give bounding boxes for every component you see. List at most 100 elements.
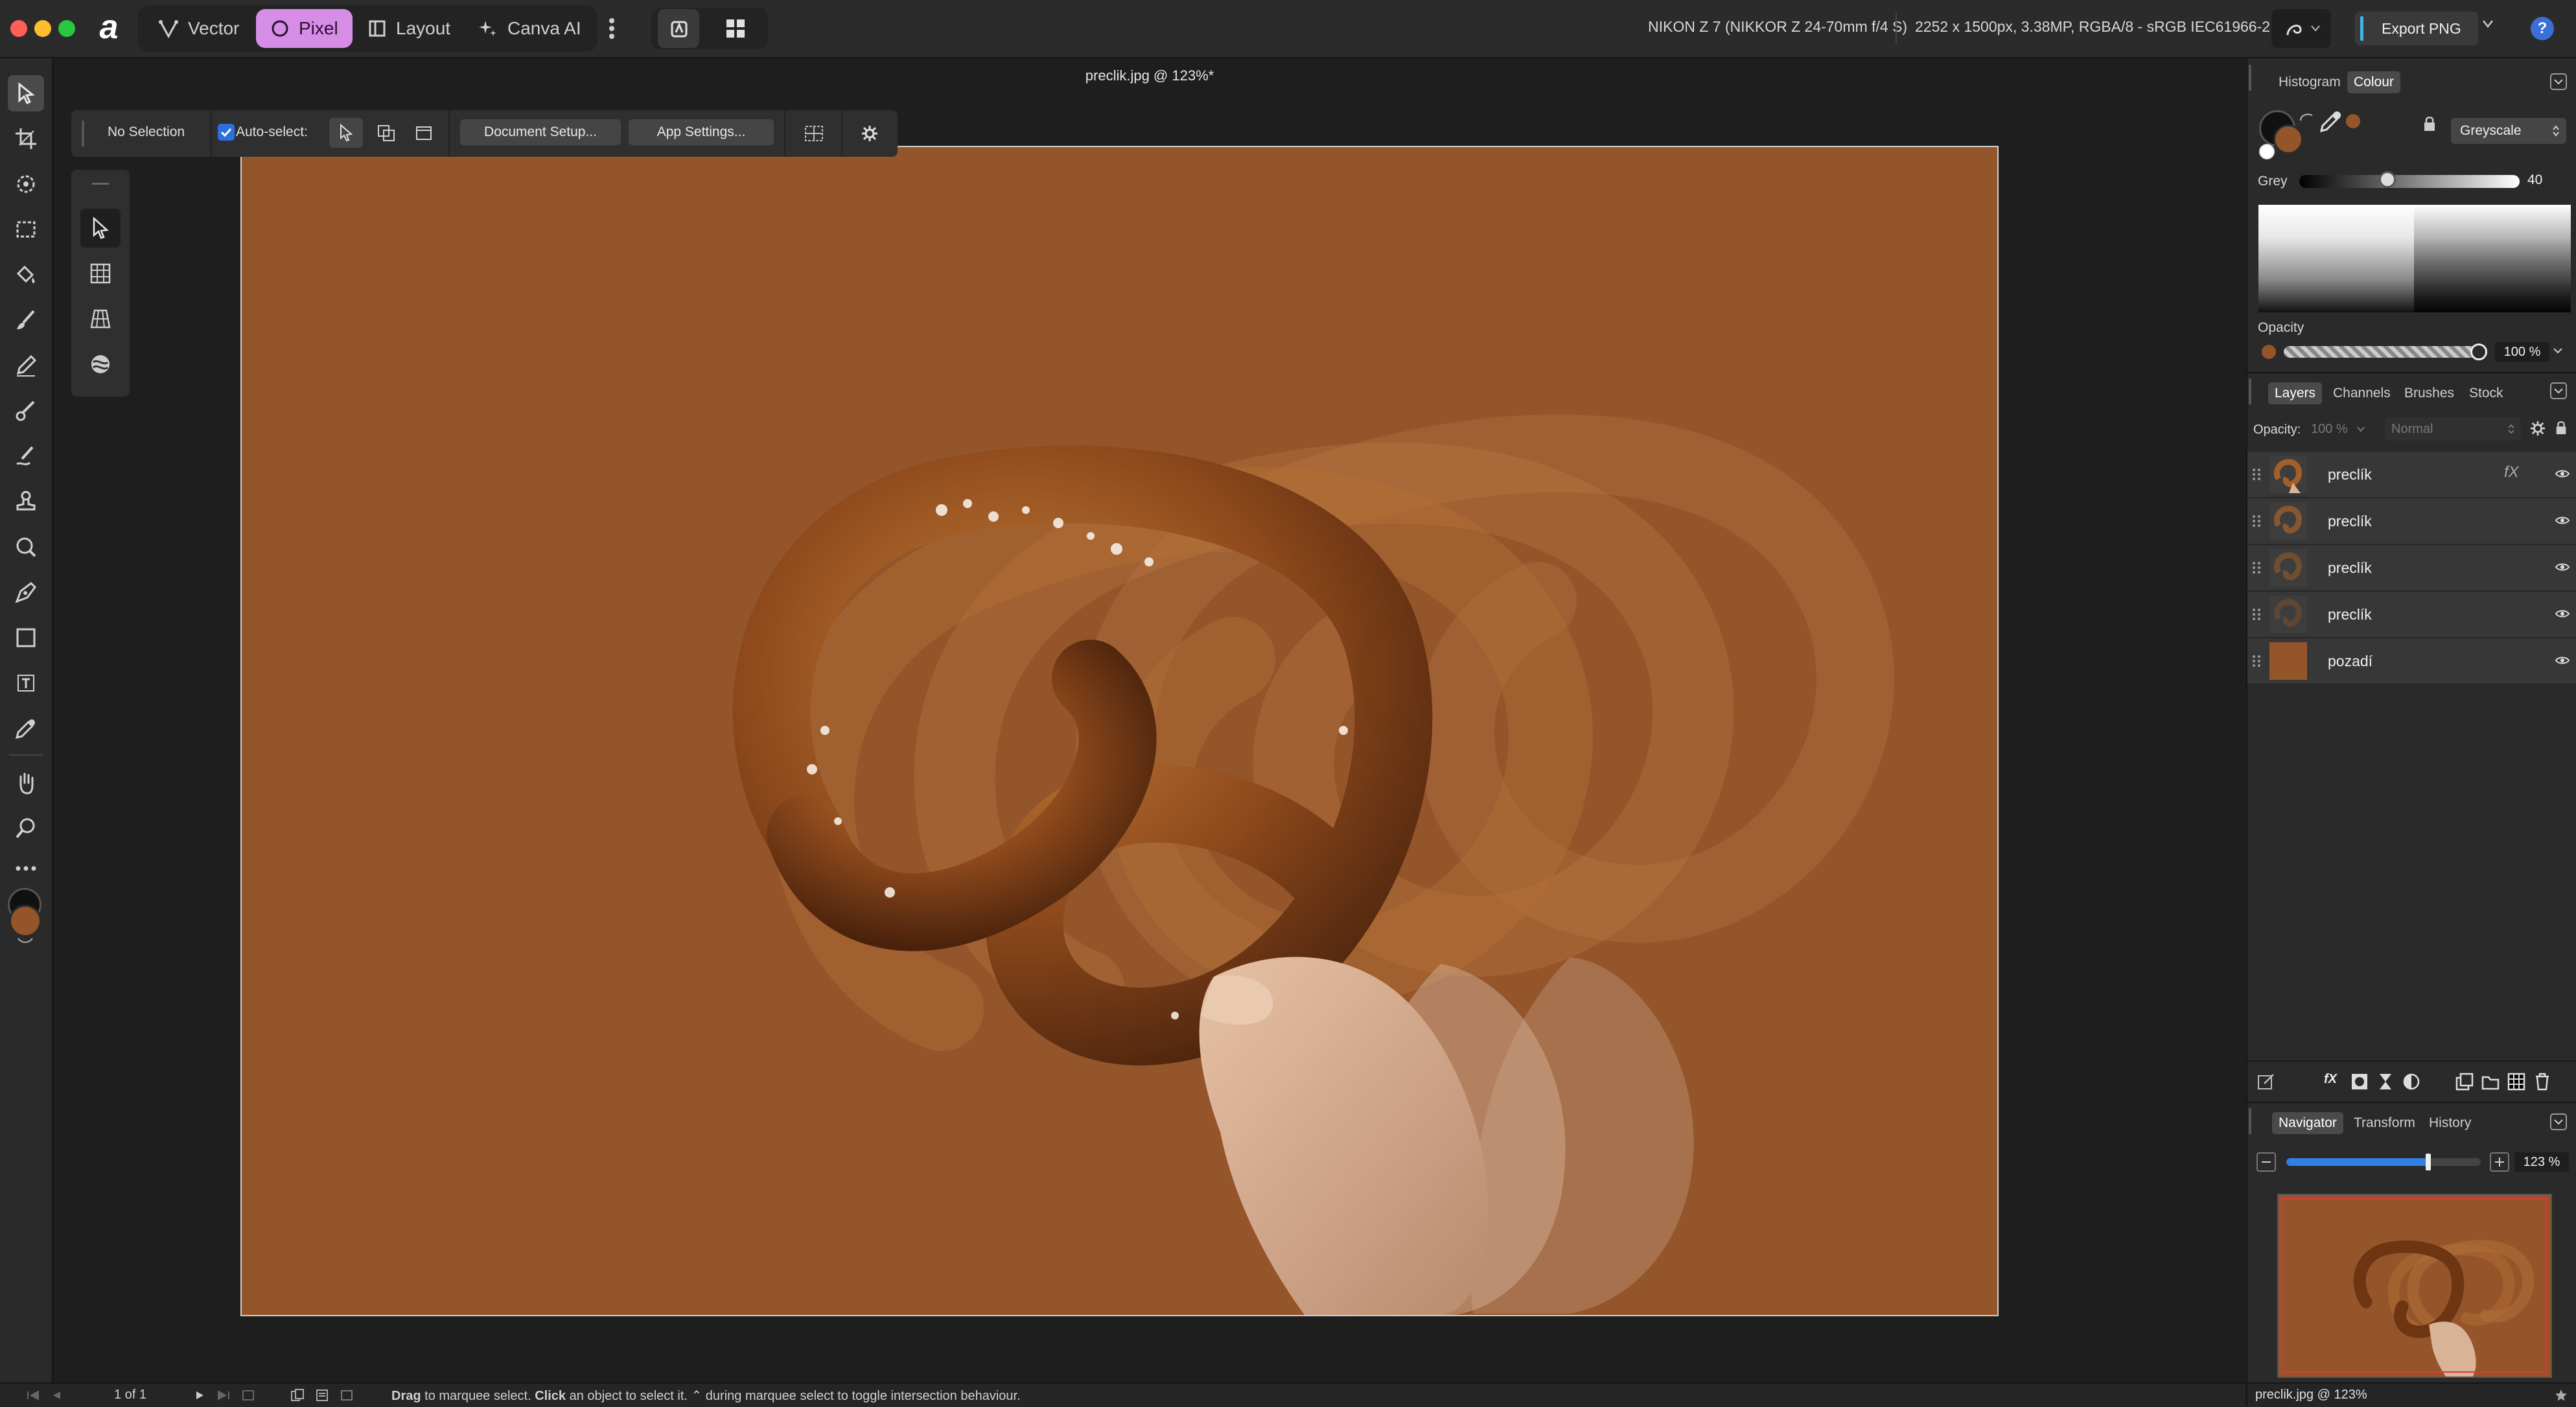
- perspective-button[interactable]: [80, 299, 121, 338]
- picked-colour-swatch[interactable]: [2346, 114, 2360, 128]
- eye-icon[interactable]: [2555, 609, 2570, 619]
- hourglass-icon[interactable]: [2376, 1072, 2395, 1091]
- blend-mode-select[interactable]: Normal: [2385, 417, 2521, 441]
- selection-brush-tool-button[interactable]: [8, 166, 44, 202]
- app-logo[interactable]: a: [95, 8, 123, 46]
- colour-panel-collapse-button[interactable]: [2550, 73, 2567, 90]
- secondary-colour-swatch[interactable]: [9, 905, 41, 937]
- layers-panel-collapse-button[interactable]: [2550, 382, 2567, 399]
- snapping-button[interactable]: [797, 119, 831, 148]
- tab-history[interactable]: History: [2422, 1112, 2477, 1134]
- tab-stock[interactable]: Stock: [2463, 382, 2510, 404]
- adjustment-icon[interactable]: [2402, 1072, 2421, 1091]
- spread-view-icon[interactable]: [290, 1389, 305, 1402]
- app-settings-button[interactable]: App Settings...: [629, 119, 774, 145]
- layer-fx-button[interactable]: fX: [2324, 1072, 2343, 1091]
- layer-row[interactable]: preclík: [2247, 592, 2576, 638]
- none-colour-button[interactable]: [2259, 144, 2275, 159]
- flood-fill-tool-button[interactable]: [8, 257, 44, 293]
- duplicate-layer-icon[interactable]: [2455, 1072, 2474, 1091]
- navigator-viewport-frame[interactable]: [2281, 1198, 2547, 1373]
- single-page-view-icon[interactable]: [315, 1389, 329, 1402]
- grey-slider-handle[interactable]: [2379, 171, 2396, 188]
- trash-icon[interactable]: [2533, 1072, 2552, 1091]
- next-page-icon[interactable]: [194, 1390, 206, 1401]
- grey-slider-track[interactable]: [2299, 175, 2520, 188]
- paint-brush-tool-button[interactable]: [8, 302, 44, 338]
- export-options-button[interactable]: [2482, 19, 2494, 29]
- stroke-colour-swatch[interactable]: [2273, 124, 2303, 154]
- zoom-value[interactable]: 123 %: [2514, 1152, 2569, 1172]
- retouch-tool-button[interactable]: [8, 393, 44, 429]
- studio-grid-button[interactable]: [715, 9, 756, 48]
- edit-layer-icon[interactable]: [2257, 1072, 2276, 1091]
- drag-handle-icon[interactable]: [2251, 607, 2262, 622]
- minimize-window-button[interactable]: [34, 20, 51, 37]
- panel-grip[interactable]: [92, 183, 109, 185]
- eye-icon[interactable]: [2555, 562, 2570, 572]
- zoom-slider-track[interactable]: [2286, 1158, 2481, 1166]
- tab-transform[interactable]: Transform: [2347, 1112, 2422, 1134]
- select-mode-intersect-button[interactable]: [369, 118, 403, 148]
- layout-mode-button[interactable]: Layout: [353, 9, 465, 48]
- assistant-button[interactable]: [658, 9, 699, 48]
- clone-tool-button[interactable]: [8, 483, 44, 520]
- colour-model-select[interactable]: Greyscale: [2451, 118, 2566, 144]
- drag-handle-icon[interactable]: [2251, 514, 2262, 528]
- eye-icon[interactable]: [2555, 515, 2570, 526]
- mesh-warp-button[interactable]: [80, 254, 121, 293]
- vector-mode-button[interactable]: Vector: [144, 9, 253, 48]
- help-button[interactable]: ?: [2531, 17, 2554, 40]
- hand-tool-button[interactable]: [8, 765, 44, 801]
- pixel-layer-icon[interactable]: [2507, 1072, 2526, 1091]
- liquify-button[interactable]: [80, 345, 121, 384]
- pixel-mode-button[interactable]: Pixel: [256, 9, 353, 48]
- layers-panel-grip[interactable]: [2249, 378, 2251, 404]
- tab-brushes[interactable]: Brushes: [2398, 382, 2461, 404]
- opacity-slider-handle[interactable]: [2470, 343, 2487, 360]
- export-png-button[interactable]: Export PNG: [2355, 12, 2478, 45]
- opacity-dropdown-button[interactable]: [2553, 347, 2562, 354]
- drag-handle-icon[interactable]: [2251, 467, 2262, 482]
- tab-colour[interactable]: Colour: [2347, 71, 2400, 93]
- snapshot-menu-button[interactable]: [2271, 9, 2331, 48]
- layer-row[interactable]: preclík: [2247, 498, 2576, 545]
- layer-opacity-field[interactable]: 100 %: [2311, 417, 2378, 441]
- close-window-button[interactable]: [10, 20, 27, 37]
- toolbar-grip[interactable]: [82, 121, 84, 146]
- previous-page-icon[interactable]: [51, 1390, 62, 1401]
- auto-select-checkbox[interactable]: [218, 124, 235, 141]
- navigator-preview[interactable]: [2277, 1194, 2552, 1378]
- tab-channels[interactable]: Channels: [2327, 382, 2397, 404]
- select-mode-object-button[interactable]: [329, 118, 363, 148]
- colour-picker-area[interactable]: [2258, 205, 2571, 312]
- smudge-tool-button[interactable]: [8, 438, 44, 474]
- opacity-slider-track[interactable]: [2284, 346, 2482, 358]
- swap-fill-stroke-button[interactable]: [2299, 111, 2314, 122]
- text-tool-button[interactable]: [8, 665, 44, 701]
- zoom-slider-handle[interactable]: [2426, 1154, 2431, 1170]
- toolbar-settings-button[interactable]: [855, 121, 884, 146]
- layer-options-button[interactable]: [2529, 420, 2546, 437]
- dodge-tool-button[interactable]: [8, 529, 44, 565]
- last-page-icon[interactable]: [216, 1390, 231, 1401]
- layer-row[interactable]: pozadí: [2247, 638, 2576, 685]
- more-tools-button[interactable]: [8, 850, 44, 887]
- pencil-tool-button[interactable]: [8, 347, 44, 384]
- swap-colours-button[interactable]: [17, 936, 34, 945]
- grey-value[interactable]: 40: [2527, 172, 2564, 191]
- zoom-in-button[interactable]: [2490, 1152, 2509, 1172]
- navigator-panel-collapse-button[interactable]: [2550, 1113, 2567, 1130]
- tab-layers[interactable]: Layers: [2268, 382, 2323, 404]
- more-menu-button[interactable]: [592, 9, 631, 48]
- zoom-tool-button[interactable]: [8, 810, 44, 846]
- marquee-tool-button[interactable]: [8, 211, 44, 248]
- page-grid-view-icon[interactable]: [340, 1389, 354, 1402]
- colour-panel-grip[interactable]: [2249, 65, 2251, 91]
- layer-row[interactable]: preclík: [2247, 545, 2576, 592]
- color-picker-tool-button[interactable]: [8, 710, 44, 747]
- eye-icon[interactable]: [2555, 469, 2570, 479]
- opacity-value[interactable]: 100 %: [2495, 342, 2549, 362]
- document-setup-button[interactable]: Document Setup...: [460, 119, 621, 145]
- zoom-window-button[interactable]: [58, 20, 75, 37]
